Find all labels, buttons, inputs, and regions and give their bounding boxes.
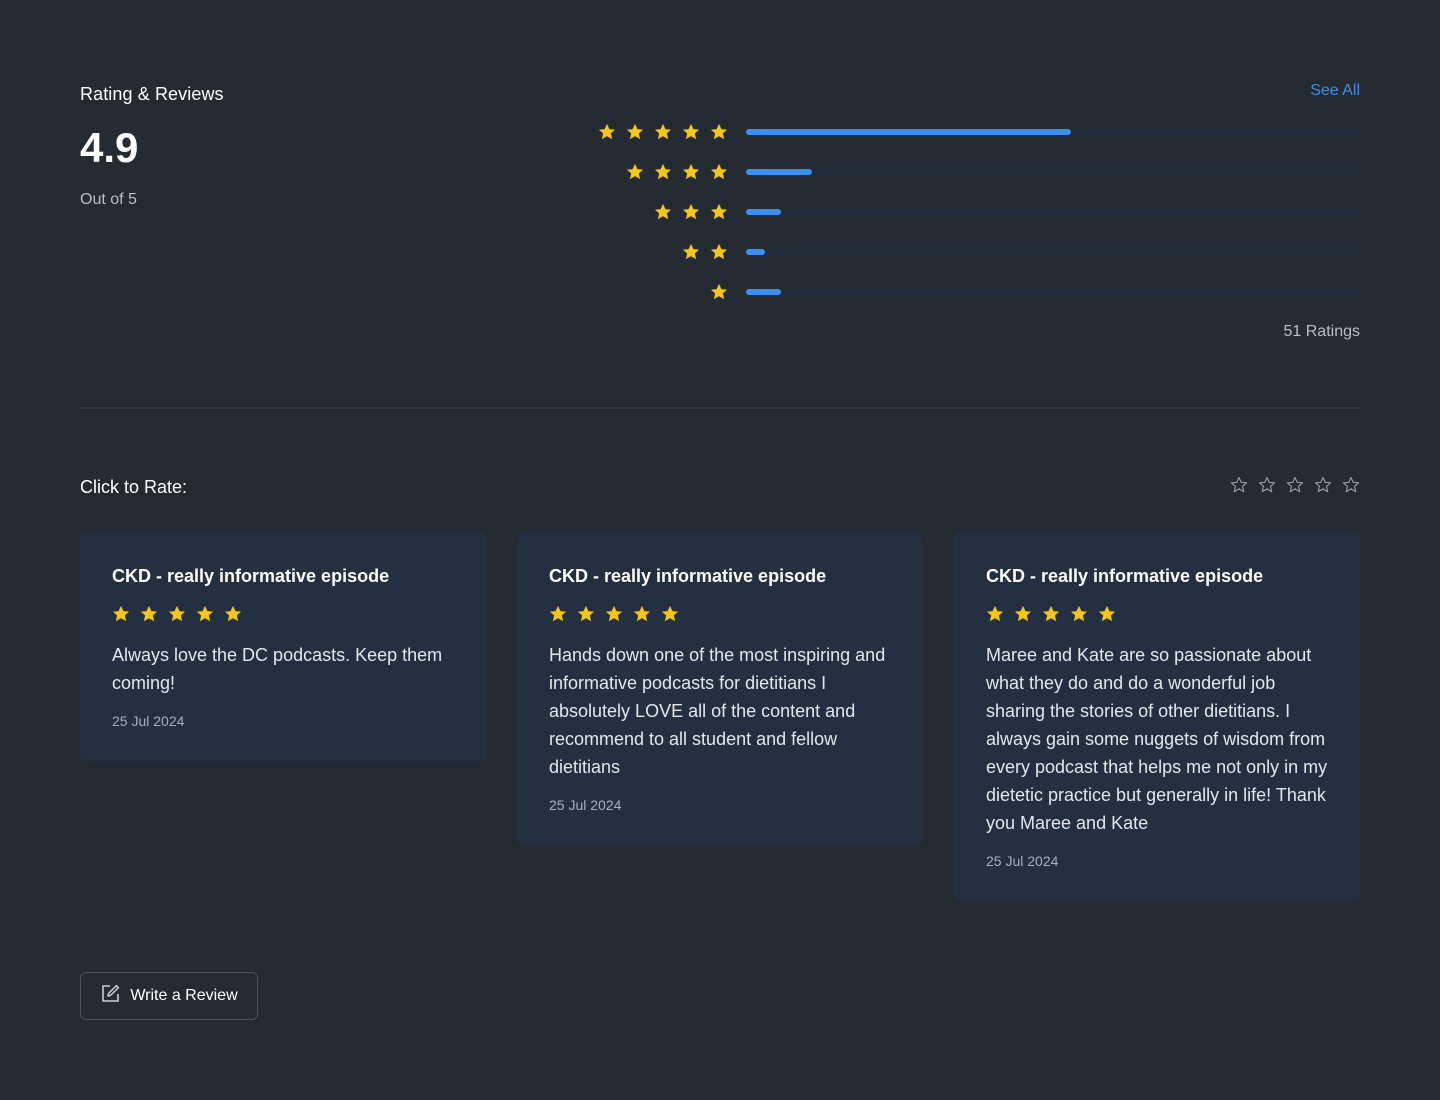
star-icon <box>598 123 616 141</box>
distribution-row <box>590 118 1360 146</box>
rate-star-picker[interactable] <box>1220 476 1360 494</box>
see-all-link[interactable]: See All <box>1310 82 1360 100</box>
distribution-bar-track <box>745 209 1360 215</box>
review-stars <box>549 605 891 623</box>
distribution-row <box>590 278 1360 306</box>
star-icon <box>710 283 728 301</box>
star-icon <box>140 605 158 623</box>
review-date: 25 Jul 2024 <box>112 713 185 729</box>
distribution-stars <box>590 203 728 221</box>
star-outline-icon[interactable] <box>1314 476 1332 494</box>
click-to-rate-label: Click to Rate: <box>80 477 188 497</box>
star-icon <box>112 605 130 623</box>
review-card: CKD - really informative episode Maree a… <box>954 532 1360 901</box>
star-icon <box>710 163 728 181</box>
review-text: Always love the DC podcasts. Keep them c… <box>112 645 443 693</box>
review-card: CKD - really informative episode Always … <box>80 532 486 761</box>
ratings-reviews-page: Rating & Reviews See All 4.9 Out of 5 51… <box>0 0 1440 1100</box>
star-icon <box>682 163 700 181</box>
star-icon <box>1070 605 1088 623</box>
edit-icon <box>100 984 120 1009</box>
star-icon <box>654 203 672 221</box>
distribution-bar-track <box>745 289 1360 295</box>
star-icon <box>196 605 214 623</box>
star-icon <box>682 203 700 221</box>
star-icon <box>710 123 728 141</box>
star-outline-icon[interactable] <box>1230 476 1248 494</box>
star-icon <box>605 605 623 623</box>
star-icon <box>626 163 644 181</box>
star-icon <box>654 163 672 181</box>
star-icon <box>654 123 672 141</box>
distribution-bar-fill <box>746 129 1072 135</box>
star-outline-icon[interactable] <box>1286 476 1304 494</box>
section-title: Rating & Reviews <box>80 84 224 104</box>
star-icon <box>682 123 700 141</box>
star-icon <box>1098 605 1116 623</box>
review-title: CKD - really informative episode <box>112 566 390 586</box>
distribution-bar-fill <box>745 209 781 215</box>
write-review-label: Write a Review <box>130 987 238 1004</box>
star-outline-icon[interactable] <box>1342 476 1360 494</box>
out-of-label: Out of 5 <box>80 191 137 208</box>
distribution-stars <box>590 123 728 141</box>
star-icon <box>710 203 728 221</box>
distribution-stars <box>590 283 728 301</box>
rating-distribution <box>590 118 1360 318</box>
distribution-stars <box>590 163 728 181</box>
review-card: CKD - really informative episode Hands d… <box>517 532 923 845</box>
star-icon <box>1042 605 1060 623</box>
star-icon <box>682 243 700 261</box>
distribution-bar-track <box>746 129 1360 135</box>
star-icon <box>986 605 1004 623</box>
review-title: CKD - really informative episode <box>549 566 827 586</box>
distribution-bar-fill <box>745 169 812 175</box>
star-icon <box>710 243 728 261</box>
star-icon <box>168 605 186 623</box>
review-stars <box>112 605 454 623</box>
write-review-button[interactable]: Write a Review <box>80 972 258 1020</box>
distribution-stars <box>590 243 728 261</box>
divider <box>80 407 1360 409</box>
review-text: Maree and Kate are so passionate about w… <box>986 645 1328 833</box>
review-stars <box>986 605 1328 623</box>
distribution-row <box>590 238 1360 266</box>
distribution-bar-fill <box>745 249 766 255</box>
average-score: 4.9 <box>80 124 139 171</box>
distribution-row <box>590 198 1360 226</box>
star-icon <box>1014 605 1032 623</box>
star-icon <box>549 605 567 623</box>
star-icon <box>661 605 679 623</box>
review-title: CKD - really informative episode <box>986 566 1264 586</box>
star-icon <box>626 123 644 141</box>
star-icon <box>633 605 651 623</box>
ratings-count: 51 Ratings <box>1283 323 1361 340</box>
distribution-bar-track <box>745 169 1360 175</box>
review-text: Hands down one of the most inspiring and… <box>549 645 886 777</box>
distribution-bar-fill <box>745 289 781 295</box>
review-date: 25 Jul 2024 <box>986 853 1059 869</box>
star-outline-icon[interactable] <box>1258 476 1276 494</box>
distribution-row <box>590 158 1360 186</box>
review-date: 25 Jul 2024 <box>549 797 622 813</box>
star-icon <box>577 605 595 623</box>
star-icon <box>224 605 242 623</box>
distribution-bar-track <box>745 249 1360 255</box>
